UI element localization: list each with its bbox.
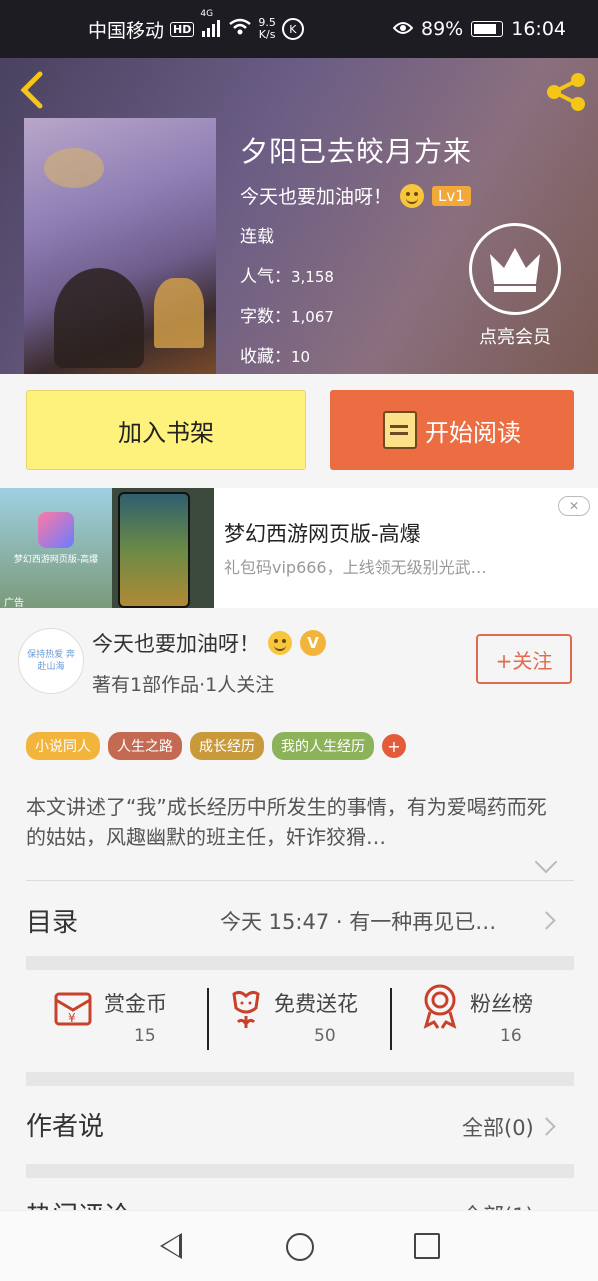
latest-chapter: 今天 15:47 · 有一种再见已… [220,910,497,934]
nav-home-icon[interactable] [286,1233,314,1261]
book-title: 夕阳已去皎月方来 [240,135,473,168]
vip-button[interactable]: 点亮会员 [468,223,562,349]
cover-lamp [154,278,204,348]
fan-ranking-label: 粉丝榜 [470,992,533,1016]
share-icon [547,73,585,111]
fan-ranking-count: 16 [500,1026,522,1046]
reward-coins-button[interactable]: ¥ 赏金币 15 [52,976,232,1046]
support-actions: ¥ 赏金币 15 免费送花 50 粉丝榜 16 [0,976,598,1066]
vip-label: 点亮会员 [479,327,551,348]
send-flower-label: 免费送花 [274,992,358,1016]
table-of-contents-row[interactable]: 目录 今天 15:47 · 有一种再见已… [0,888,598,952]
nav-back-icon[interactable] [160,1233,182,1259]
send-flower-button[interactable]: 免费送花 50 [226,976,406,1046]
author-says-all: 全部(0) [462,1116,534,1140]
signal-icon: 4G [200,9,222,40]
smile-emoji-icon [400,183,425,208]
nav-recent-apps-icon[interactable] [414,1233,440,1259]
phone-image [118,492,190,608]
ad-tag: 广告 [4,598,24,609]
svg-text:¥: ¥ [68,1011,76,1025]
status-bar: 中国移动 HD 4G 9.5 K/s K 89% 16:04 [0,0,598,58]
start-reading-label: 开始阅读 [425,418,521,447]
tag-item[interactable]: 我的人生经历 [272,732,374,760]
chevron-right-icon [537,911,556,930]
flower-icon [232,990,260,1028]
tag-item[interactable]: 人生之路 [108,732,182,760]
ad-banner[interactable]: 梦幻西游网页版-高爆 广告 梦幻西游网页版-高爆 礼包码vip666，上线领无级… [0,488,598,609]
start-reading-button[interactable]: 开始阅读 [330,390,574,470]
separator [207,988,209,1050]
ad-close-button[interactable]: ✕ [558,496,590,516]
follow-button[interactable]: +关注 [476,634,572,684]
share-button[interactable] [544,70,588,114]
chevron-right-icon [537,1117,556,1136]
system-nav-bar [0,1210,598,1281]
smile-emoji-icon [268,631,292,655]
author-line[interactable]: 今天也要加油呀！ Lv1 [240,182,471,209]
avatar[interactable]: 保持热爱 奔赴山海 [18,628,84,694]
eye-icon [392,18,414,40]
ad-app-name: 梦幻西游网页版-高爆 [13,555,99,565]
ad-image: 梦幻西游网页版-高爆 广告 [0,488,112,609]
author-card-name-label: 今天也要加油呀！ [92,632,260,656]
game-app-icon [38,512,74,548]
serial-status: 连载 [240,227,274,247]
book-info-section: 保持热爱 奔赴山海 今天也要加油呀！ V 著有1部作品·1人关注 +关注 小说同… [0,616,598,1232]
ad-screenshot [112,488,214,608]
battery-icon [471,21,504,37]
book-cover[interactable] [24,118,216,374]
author-name: 今天也要加油呀！ [240,186,393,208]
level-badge: Lv1 [432,185,471,206]
cover-figure [54,268,144,368]
add-tag-button[interactable]: + [382,734,406,758]
word-count-stat: 字数：1,067 [240,307,334,327]
medal-icon [423,984,457,1029]
cover-illustration [44,148,104,188]
author-card-name[interactable]: 今天也要加油呀！ V [92,628,326,658]
ad-title: 梦幻西游网页版-高爆 [224,522,421,546]
book-icon [383,411,417,449]
ad-description: 礼包码vip666，上线领无级别光武… [224,558,487,577]
section-spacer [26,1072,574,1086]
separator [390,988,392,1050]
send-flower-count: 50 [314,1026,336,1046]
expand-chevron-icon[interactable] [534,850,558,874]
section-spacer [26,956,574,970]
hd-icon: HD [170,21,195,37]
favorites-stat: 收藏：10 [240,347,311,367]
tag-item[interactable]: 成长经历 [190,732,264,760]
popularity-stat: 人气：3,158 [240,267,334,287]
author-says-row[interactable]: 作者说 全部(0) [0,1094,598,1154]
add-to-shelf-button[interactable]: 加入书架 [26,390,306,470]
carrier-label: 中国移动 [88,19,165,42]
avatar-text: 保持热爱 奔赴山海 [27,650,75,672]
network-speed: 9.5 K/s [258,16,276,41]
tag-item[interactable]: 小说同人 [26,732,100,760]
k-icon: K [281,18,304,40]
author-stats: 著有1部作品·1人关注 [92,674,275,696]
clock: 16:04 [511,18,566,40]
fan-ranking-button[interactable]: 粉丝榜 16 [420,976,598,1046]
author-says-label: 作者说 [26,1112,105,1142]
crown-icon [469,223,561,315]
chevron-left-icon [20,71,43,109]
book-synopsis: 本文讲述了“我”成长经历中所发生的事情，有为爱喝药而死的姑姑，风趣幽默的班主任，… [26,795,547,849]
book-header: 夕阳已去皎月方来 今天也要加油呀！ Lv1 连载 人气：3,158 字数：1,0… [0,58,598,374]
reward-coins-count: 15 [134,1026,156,1046]
reward-coins-label: 赏金币 [104,992,167,1016]
divider [26,880,574,881]
verified-badge-icon: V [300,630,326,656]
back-button[interactable] [16,68,56,112]
section-spacer [26,1164,574,1178]
battery-percent: 89% [421,18,464,40]
red-envelope-icon: ¥ [54,992,92,1026]
tag-list: 小说同人 人生之路 成长经历 我的人生经历 + [26,732,406,760]
wifi-icon [228,18,252,41]
toc-label: 目录 [26,908,79,938]
